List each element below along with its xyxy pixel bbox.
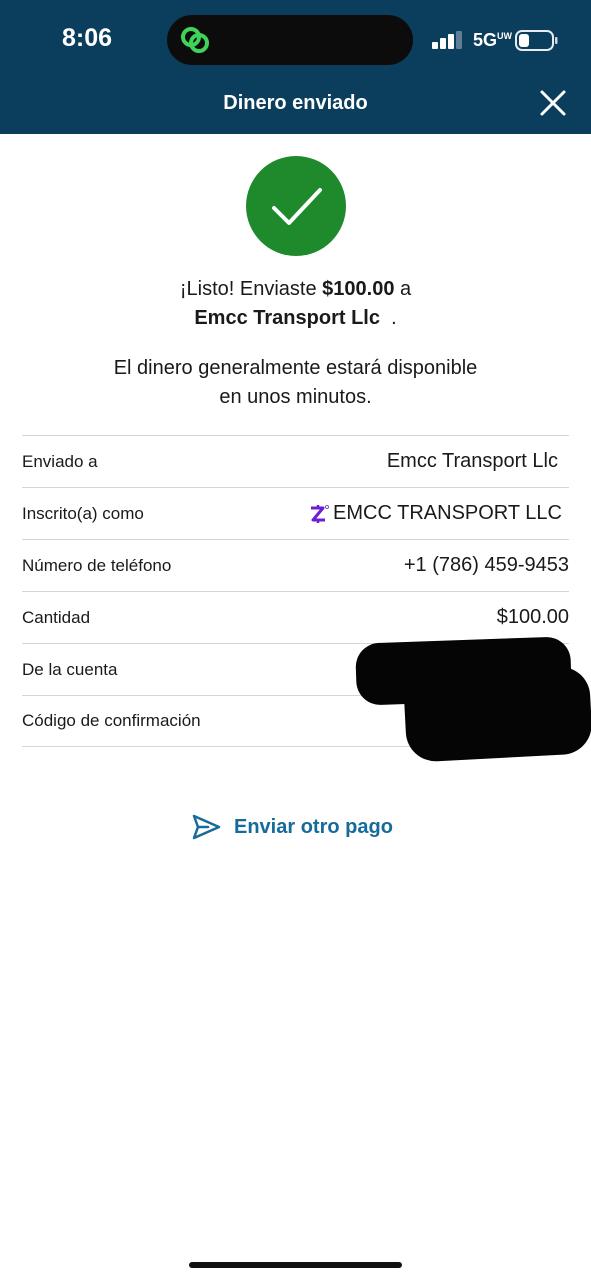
app-header: 8:06 5GUW Dinero enviado	[0, 0, 591, 134]
link-activity-icon	[181, 27, 209, 53]
battery-icon	[515, 30, 558, 51]
detail-label: Cantidad	[22, 607, 91, 627]
detail-label: Inscrito(a) como	[22, 503, 144, 523]
signal-icon	[432, 31, 462, 49]
detail-value: +1 (786) 459-9453	[403, 554, 569, 576]
detail-row-phone: Número de teléfono +1 (786) 459-9453	[22, 539, 569, 591]
detail-label: De la cuenta	[22, 659, 118, 679]
confirmation-prefix: ¡Listo! Enviaste	[179, 278, 323, 300]
availability-line-2: en unos minutos.	[219, 386, 372, 408]
network-label: 5G	[473, 30, 498, 50]
confirmation-recipient: Emcc Transport Llc	[194, 307, 380, 329]
page-title: Dinero enviado	[223, 92, 368, 114]
send-another-payment-label: Enviar otro pago	[234, 815, 393, 838]
confirmation-period: .	[379, 307, 397, 329]
detail-row-sent-to: Enviado a Emcc Transport Llc	[22, 435, 569, 487]
confirmation-line-1: ¡Listo! Enviaste $100.00 a	[40, 278, 551, 301]
detail-value: Emcc Transport Llc	[386, 450, 558, 472]
detail-label: Código de confirmación	[22, 711, 201, 730]
close-icon[interactable]	[536, 86, 570, 120]
success-badge	[246, 156, 346, 256]
zelle-icon	[311, 504, 329, 523]
checkmark-icon	[272, 188, 322, 225]
detail-label: Enviado a	[22, 451, 98, 471]
paper-plane-icon	[192, 814, 221, 840]
confirmation-line-2: Emcc Transport Llc .	[40, 307, 551, 330]
detail-row-amount: Cantidad $100.00	[22, 591, 569, 643]
network-indicator: 5GUW	[473, 30, 512, 51]
home-indicator[interactable]	[189, 1262, 402, 1268]
detail-value-enrolled: EMCC TRANSPORT LLC	[307, 502, 569, 525]
detail-row-enrolled-as: Inscrito(a) como EMCC TRANSPORT LLC	[22, 487, 569, 539]
detail-value: $100.00	[496, 606, 569, 628]
redaction-mark	[402, 665, 591, 763]
detail-label: Número de teléfono	[22, 555, 172, 575]
network-suffix: UW	[497, 31, 513, 41]
availability-line-1: El dinero generalmente estará disponible	[113, 357, 478, 379]
status-time: 8:06	[62, 24, 113, 52]
dynamic-island	[167, 15, 413, 65]
enrolled-name: EMCC TRANSPORT LLC	[333, 502, 562, 524]
confirmation-suffix: a	[394, 278, 412, 300]
confirmation-amount: $100.00	[322, 278, 395, 300]
send-another-payment-button[interactable]: Enviar otro pago	[192, 812, 393, 842]
